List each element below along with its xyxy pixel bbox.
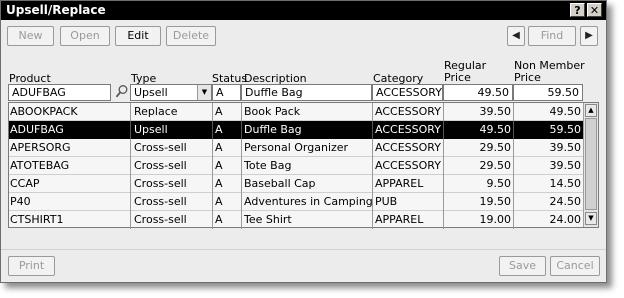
cell-non-member-price: 24.50	[549, 195, 582, 208]
next-arrow-icon[interactable]: ▶	[580, 26, 598, 46]
cell-category: ACCESSORY	[375, 123, 441, 136]
cell-description: Adventures in Camping	[244, 195, 372, 208]
table-row[interactable]: ATOTEBAG Cross-sell A Tote Bag ACCESSORY…	[9, 157, 583, 175]
cell-status: A	[215, 141, 223, 154]
regular-price-filter-input[interactable]: 49.50	[443, 84, 513, 101]
cell-category: ACCESSORY	[375, 141, 441, 154]
cell-status: A	[215, 123, 223, 136]
cancel-button[interactable]: Cancel	[550, 256, 600, 276]
cell-non-member-price: 49.50	[549, 105, 582, 118]
cell-product: APERSORG	[10, 141, 71, 154]
status-filter-input[interactable]: A	[212, 84, 241, 101]
cell-category: ACCESSORY	[375, 105, 441, 118]
find-button[interactable]: Find	[528, 26, 576, 46]
cell-regular-price: 9.50	[486, 177, 512, 190]
upsell-replace-window: Upsell/Replace ? ✕ New Open Edit Delete …	[0, 0, 607, 283]
help-button[interactable]: ?	[570, 3, 585, 17]
delete-button[interactable]: Delete	[166, 26, 216, 46]
table-row-selected[interactable]: ADUFBAG Upsell A Duffle Bag ACCESSORY 49…	[9, 121, 583, 139]
description-filter-input[interactable]: Duffle Bag	[241, 84, 372, 101]
cell-category: APPAREL	[375, 177, 424, 190]
cell-regular-price: 29.50	[479, 159, 512, 172]
cell-status: A	[215, 195, 223, 208]
cell-non-member-price: 39.50	[549, 159, 582, 172]
open-button[interactable]: Open	[60, 26, 110, 46]
cell-description: Tote Bag	[244, 159, 292, 172]
cell-product: CTSHIRT1	[10, 213, 64, 226]
scroll-up-arrow-icon[interactable]: ▲	[585, 104, 597, 117]
cell-status: A	[215, 159, 223, 172]
cell-description: Tee Shirt	[244, 213, 292, 226]
cell-regular-price: 19.50	[479, 195, 512, 208]
cell-regular-price: 19.00	[479, 213, 512, 226]
type-filter-select[interactable]: Upsell ▼	[130, 84, 212, 101]
product-filter-input[interactable]: ADUFBAG	[8, 84, 111, 101]
print-button[interactable]: Print	[8, 256, 55, 276]
cell-type: Cross-sell	[134, 195, 187, 208]
cell-description: Book Pack	[244, 105, 301, 118]
cell-product: ADUFBAG	[10, 123, 64, 136]
products-grid: ABOOKPACK Replace A Book Pack ACCESSORY …	[8, 102, 599, 229]
cell-product: ATOTEBAG	[10, 159, 70, 172]
prev-arrow-icon[interactable]: ◀	[507, 26, 525, 46]
cell-regular-price: 39.50	[479, 105, 512, 118]
cell-description: Baseball Cap	[244, 177, 316, 190]
cell-type: Replace	[134, 105, 178, 118]
footer-divider	[1, 249, 606, 250]
cell-product: ABOOKPACK	[10, 105, 78, 118]
table-row[interactable]: CCAP Cross-sell A Baseball Cap APPAREL 9…	[9, 175, 583, 193]
cell-status: A	[215, 213, 223, 226]
window-title: Upsell/Replace	[6, 3, 106, 17]
close-button[interactable]: ✕	[587, 3, 602, 17]
cell-category: APPAREL	[375, 213, 424, 226]
cell-non-member-price: 39.50	[549, 141, 582, 154]
type-filter-value: Upsell	[134, 86, 168, 99]
cell-type: Cross-sell	[134, 177, 187, 190]
column-header-regular-price-line2[interactable]: Price	[444, 71, 471, 84]
table-row[interactable]: CTSHIRT1 Cross-sell A Tee Shirt APPAREL …	[9, 211, 583, 229]
cell-non-member-price: 59.50	[549, 123, 582, 136]
cell-type: Cross-sell	[134, 213, 187, 226]
cell-status: A	[215, 105, 223, 118]
column-header-non-member-price-line2[interactable]: Price	[514, 71, 541, 84]
cell-type: Cross-sell	[134, 141, 187, 154]
cell-type: Cross-sell	[134, 159, 187, 172]
table-row[interactable]: P40 Cross-sell A Adventures in Camping P…	[9, 193, 583, 211]
edit-button[interactable]: Edit	[115, 26, 161, 46]
table-row[interactable]: ABOOKPACK Replace A Book Pack ACCESSORY …	[9, 103, 583, 121]
scroll-down-arrow-icon[interactable]: ▼	[585, 212, 597, 225]
cell-category: PUB	[375, 195, 398, 208]
vertical-scrollbar[interactable]: ▲ ▼	[583, 103, 598, 227]
search-icon[interactable]	[113, 84, 130, 101]
title-bar: Upsell/Replace ? ✕	[1, 1, 606, 20]
cell-status: A	[215, 177, 223, 190]
non-member-price-filter-input[interactable]: 59.50	[513, 84, 583, 101]
cell-non-member-price: 14.50	[549, 177, 582, 190]
cell-description: Personal Organizer	[244, 141, 349, 154]
cell-description: Duffle Bag	[244, 123, 302, 136]
scrollbar-thumb[interactable]	[585, 118, 597, 210]
cell-product: P40	[10, 195, 31, 208]
category-filter-input[interactable]: ACCESSORY	[372, 84, 443, 101]
cell-category: ACCESSORY	[375, 159, 441, 172]
new-button[interactable]: New	[7, 26, 54, 46]
cell-regular-price: 49.50	[479, 123, 512, 136]
cell-product: CCAP	[10, 177, 40, 190]
table-row[interactable]: APERSORG Cross-sell A Personal Organizer…	[9, 139, 583, 157]
cell-non-member-price: 24.00	[549, 213, 582, 226]
save-button[interactable]: Save	[499, 256, 546, 276]
cell-regular-price: 29.50	[479, 141, 512, 154]
chevron-down-icon[interactable]: ▼	[197, 85, 211, 100]
cell-type: Upsell	[134, 123, 168, 136]
